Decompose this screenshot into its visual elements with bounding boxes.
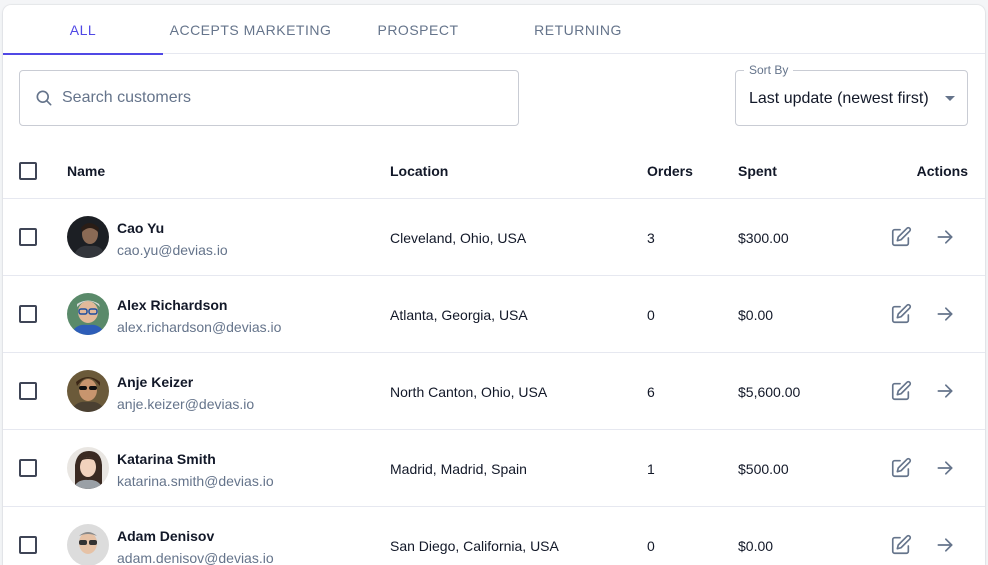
- table-row: Cao Yu cao.yu@devias.io Cleveland, Ohio,…: [3, 199, 985, 276]
- search-icon: [36, 90, 52, 106]
- table-row: Katarina Smith katarina.smith@devias.io …: [3, 430, 985, 507]
- customer-email: katarina.smith@devias.io: [117, 473, 274, 489]
- view-button[interactable]: [931, 531, 959, 559]
- customers-card: ALL ACCEPTS MARKETING PROSPECT RETURNING…: [3, 5, 985, 565]
- customer-orders: 0: [647, 537, 655, 554]
- edit-button[interactable]: [887, 223, 915, 251]
- caret-down-icon: [945, 96, 955, 101]
- column-actions: Actions: [916, 163, 968, 179]
- search-input[interactable]: [62, 83, 482, 113]
- avatar: [67, 293, 109, 335]
- select-all-checkbox[interactable]: [19, 162, 37, 180]
- avatar: [67, 216, 109, 258]
- sort-select[interactable]: Sort By Last update (newest first): [735, 63, 968, 126]
- customer-spent: $5,600.00: [738, 383, 801, 400]
- customer-spent: $0.00: [738, 306, 774, 323]
- table-row: Anje Keizer anje.keizer@devias.io North …: [3, 353, 985, 430]
- arrow-right-icon: [937, 461, 953, 475]
- sort-value: Last update (newest first): [749, 90, 929, 107]
- customer-name[interactable]: Cao Yu: [117, 219, 228, 237]
- customer-orders: 6: [647, 383, 655, 400]
- customer-location: Cleveland, Ohio, USA: [390, 229, 527, 246]
- avatar: [67, 447, 109, 489]
- customer-email: cao.yu@devias.io: [117, 242, 228, 258]
- row-checkbox[interactable]: [19, 305, 37, 323]
- row-checkbox[interactable]: [19, 536, 37, 554]
- customer-name[interactable]: Katarina Smith: [117, 450, 274, 468]
- edit-button[interactable]: [887, 377, 915, 405]
- arrow-right-icon: [937, 307, 953, 321]
- tab-all[interactable]: ALL: [3, 5, 163, 55]
- customer-email: alex.richardson@devias.io: [117, 319, 282, 335]
- sort-label: Sort By: [744, 63, 794, 77]
- row-checkbox[interactable]: [19, 382, 37, 400]
- customer-tabs: ALL ACCEPTS MARKETING PROSPECT RETURNING: [3, 5, 985, 55]
- customer-info: Katarina Smith katarina.smith@devias.io: [117, 450, 274, 491]
- table-row: Alex Richardson alex.richardson@devias.i…: [3, 276, 985, 353]
- customer-name[interactable]: Alex Richardson: [117, 296, 281, 314]
- customer-location: San Diego, California, USA: [390, 537, 559, 554]
- view-button[interactable]: [931, 377, 959, 405]
- customer-info: Cao Yu cao.yu@devias.io: [117, 219, 228, 260]
- customer-orders: 3: [647, 229, 655, 246]
- tab-prospect[interactable]: PROSPECT: [338, 5, 498, 54]
- customer-email: anje.keizer@devias.io: [117, 396, 255, 412]
- table-row: Adam Denisov adam.denisov@devias.io San …: [3, 507, 985, 565]
- tab-returning[interactable]: RETURNING: [498, 5, 658, 54]
- arrow-right-icon: [937, 384, 953, 398]
- search-field[interactable]: [19, 70, 519, 126]
- arrow-right-icon: [937, 538, 953, 552]
- edit-icon: [891, 457, 912, 478]
- edit-button[interactable]: [887, 531, 915, 559]
- tab-accepts-marketing[interactable]: ACCEPTS MARKETING: [163, 5, 338, 54]
- customer-email: adam.denisov@devias.io: [117, 550, 274, 565]
- column-spent: Spent: [738, 163, 777, 179]
- view-button[interactable]: [931, 223, 959, 251]
- arrow-right-icon: [937, 230, 953, 244]
- column-name: Name: [67, 163, 106, 179]
- customer-orders: 0: [647, 306, 655, 323]
- column-location: Location: [390, 163, 449, 179]
- avatar: [67, 524, 109, 565]
- row-checkbox[interactable]: [19, 228, 37, 246]
- edit-button[interactable]: [887, 454, 915, 482]
- customer-spent: $500.00: [738, 460, 789, 477]
- table-header: Name Location Orders Spent Actions: [3, 143, 985, 199]
- customer-info: Anje Keizer anje.keizer@devias.io: [117, 373, 254, 414]
- customer-orders: 1: [647, 460, 655, 477]
- avatar: [67, 370, 109, 412]
- view-button[interactable]: [931, 300, 959, 328]
- customer-name[interactable]: Anje Keizer: [117, 373, 254, 391]
- customer-spent: $0.00: [738, 537, 774, 554]
- customer-location: Madrid, Madrid, Spain: [390, 460, 527, 477]
- column-orders: Orders: [647, 163, 693, 179]
- customer-spent: $300.00: [738, 229, 789, 246]
- customer-location: North Canton, Ohio, USA: [390, 383, 548, 400]
- edit-icon: [891, 226, 912, 247]
- edit-icon: [891, 303, 912, 324]
- row-checkbox[interactable]: [19, 459, 37, 477]
- customer-info: Alex Richardson alex.richardson@devias.i…: [117, 296, 281, 337]
- edit-icon: [891, 380, 912, 401]
- customer-name[interactable]: Adam Denisov: [117, 527, 274, 545]
- edit-button[interactable]: [887, 300, 915, 328]
- edit-icon: [891, 534, 912, 555]
- customer-location: Atlanta, Georgia, USA: [390, 306, 528, 323]
- view-button[interactable]: [931, 454, 959, 482]
- customer-info: Adam Denisov adam.denisov@devias.io: [117, 527, 274, 565]
